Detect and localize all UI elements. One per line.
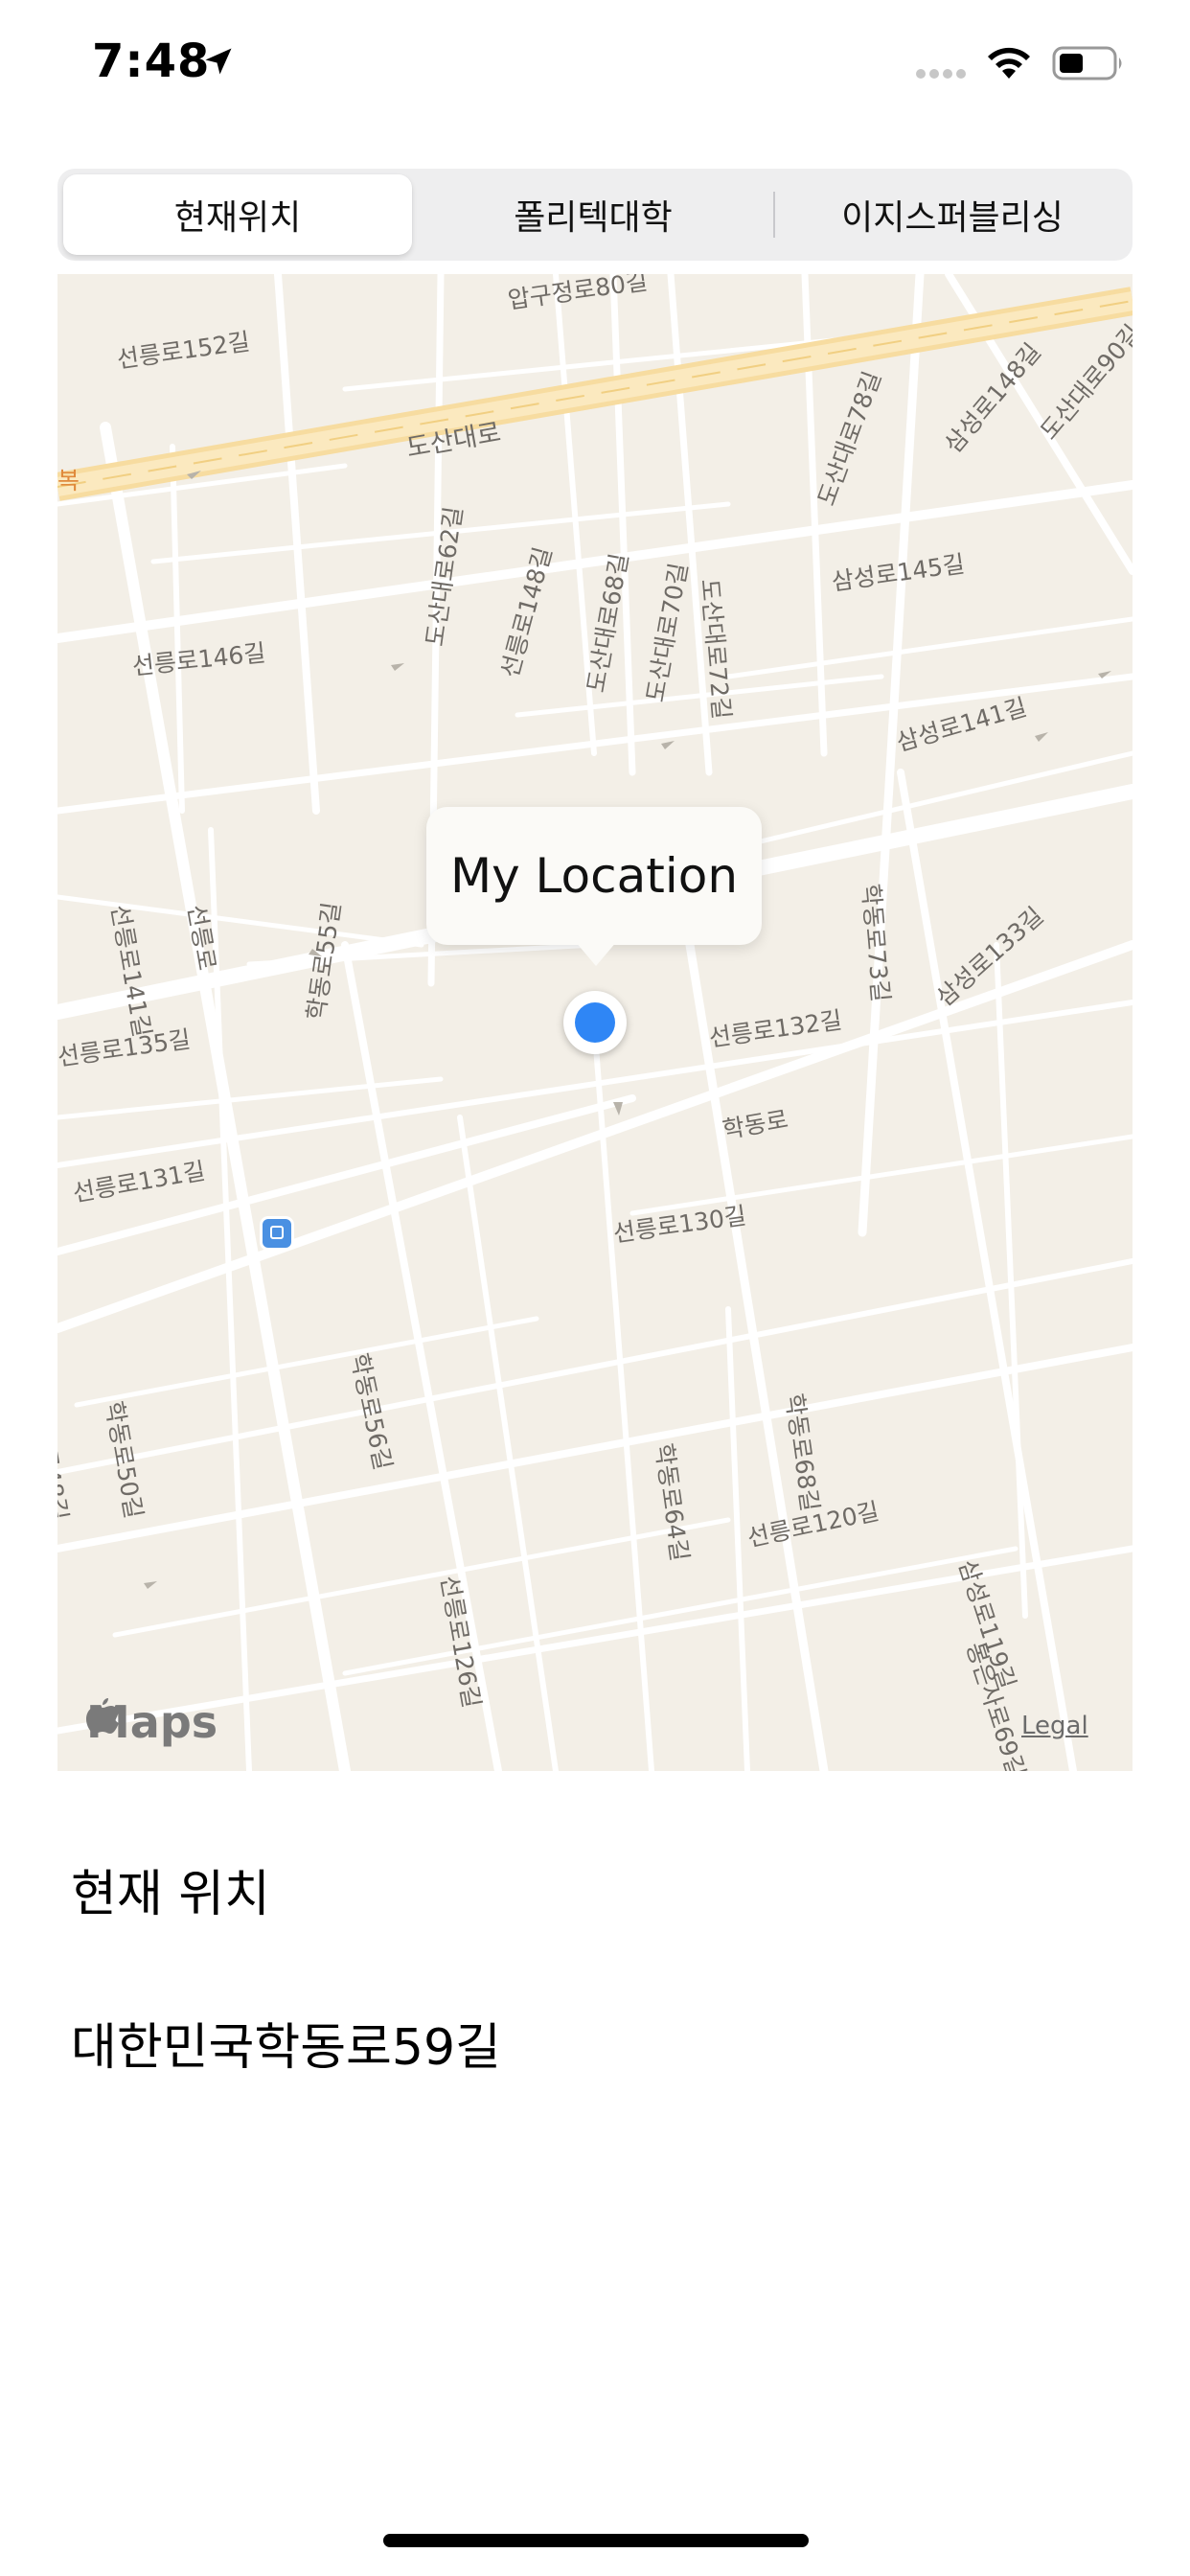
current-location-heading: 현재 위치 — [71, 1866, 270, 1923]
callout-tail — [575, 941, 617, 966]
segment-easyspub[interactable]: 이지스퍼블리싱 — [778, 174, 1127, 255]
address-label: 대한민국학동로59길 — [71, 2019, 501, 2077]
location-callout[interactable]: My Location — [426, 807, 762, 945]
segment-current-location[interactable]: 현재위치 — [63, 174, 412, 255]
home-indicator[interactable] — [383, 2534, 809, 2547]
status-time: 7:48 — [92, 34, 211, 88]
segment-divider — [773, 192, 775, 238]
segment-polytech[interactable]: 폴리텍대학 — [416, 174, 770, 255]
apple-icon — [86, 1698, 119, 1734]
battery-icon — [1052, 46, 1122, 80]
map-view[interactable]: 선릉로152길 압구정로80길 도산대로 도산대로62길 선릉로148길 도산대… — [57, 274, 1133, 1771]
map-label: 복 — [57, 467, 80, 494]
status-bar: 7:48 — [0, 0, 1190, 134]
maps-attribution: Maps — [86, 1696, 217, 1748]
cellular-signal-icon — [916, 69, 966, 79]
legal-link[interactable]: Legal — [1021, 1712, 1088, 1740]
location-segmented-control: 현재위치 폴리텍대학 이지스퍼블리싱 — [57, 169, 1133, 261]
location-arrow-icon — [205, 48, 232, 75]
bus-stop-icon[interactable] — [263, 1219, 291, 1248]
user-location-dot[interactable] — [563, 991, 627, 1054]
wifi-icon — [988, 47, 1030, 79]
